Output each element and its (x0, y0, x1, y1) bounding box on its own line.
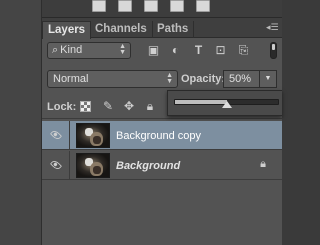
layer-thumbnail (76, 153, 110, 178)
layer-name[interactable]: Background copy (116, 130, 201, 142)
opacity-slider-popup (167, 90, 282, 116)
search-icon: ⌕ (52, 44, 59, 56)
eye-icon[interactable] (49, 128, 63, 142)
layer-lock-icon: 🔒︎ (260, 158, 266, 170)
toolbar-button[interactable] (170, 0, 184, 12)
opacity-slider-thumb[interactable] (221, 101, 232, 108)
layers-panel: Layers Channels Paths ◂☰ ⌕ Kind ▲ ▼ ▣ ◐ T … (42, 18, 282, 245)
tab-channels[interactable]: Channels (90, 21, 153, 38)
image-filter-icon[interactable]: ▣ (147, 44, 160, 57)
opacity-label: Opacity: (181, 73, 226, 85)
toolbar-button[interactable] (92, 0, 106, 12)
opacity-slider-fill (175, 100, 227, 104)
shape-filter-icon[interactable]: ⊡ (214, 44, 227, 57)
layer-row[interactable]: Background 🔒︎ (42, 151, 282, 180)
lock-brush-icon[interactable]: ✎ (101, 99, 115, 113)
layer-name[interactable]: Background (116, 160, 180, 172)
toolbar-button[interactable] (118, 0, 132, 12)
updown-arrows-icon: ▲ ▼ (166, 72, 173, 85)
updown-arrows-icon: ▲ ▼ (119, 43, 126, 56)
layer-thumbnail (76, 123, 110, 148)
opacity-dropdown-button[interactable]: ▼ (259, 70, 277, 88)
blend-row: Normal ▲ ▼ Opacity: 50% ▼ (42, 68, 282, 90)
opacity-input[interactable]: 50% (223, 70, 259, 88)
lock-all-icon[interactable]: 🔒︎ (143, 99, 157, 113)
lock-label: Lock: (47, 101, 77, 113)
visibility-cell[interactable] (42, 151, 70, 180)
toolbar-button[interactable] (144, 0, 158, 12)
eye-icon[interactable] (49, 158, 63, 172)
panel-menu-icon[interactable]: ◂☰ (266, 22, 279, 32)
blend-mode-select[interactable]: Normal ▲ ▼ (47, 70, 178, 88)
panel-tabbar: Layers Channels Paths ◂☰ (42, 18, 282, 39)
layer-row[interactable]: Background copy (42, 121, 282, 150)
toolbar-button[interactable] (196, 0, 210, 12)
top-toolbar (42, 0, 282, 18)
lock-transparency-icon[interactable] (80, 101, 91, 112)
filter-kind-label: Kind (60, 44, 83, 56)
filter-row: ⌕ Kind ▲ ▼ ▣ ◐ T ⊡ ⎘ (42, 39, 282, 65)
tab-paths[interactable]: Paths (152, 21, 195, 38)
tab-layers[interactable]: Layers (42, 21, 92, 39)
smart-object-filter-icon[interactable]: ⎘ (237, 44, 250, 57)
type-filter-icon[interactable]: T (192, 44, 205, 57)
lock-move-icon[interactable]: ✥ (122, 99, 136, 113)
filter-toggle-switch[interactable] (270, 42, 277, 59)
filter-kind-select[interactable]: ⌕ Kind ▲ ▼ (47, 42, 131, 59)
tool-dock-strip (0, 0, 42, 245)
adjustment-filter-icon[interactable]: ◐ (169, 44, 182, 57)
blend-mode-value: Normal (53, 73, 89, 85)
visibility-cell[interactable] (42, 121, 70, 150)
